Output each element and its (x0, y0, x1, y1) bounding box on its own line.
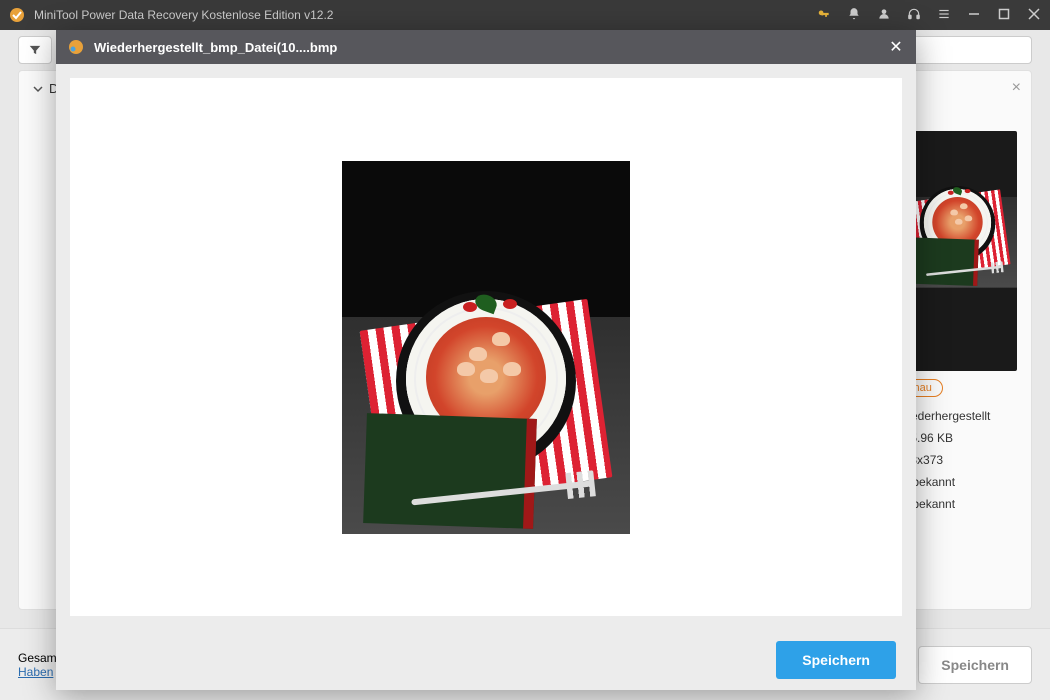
minimize-icon[interactable] (966, 8, 982, 23)
modal-footer: Speichern (56, 630, 916, 690)
preview-image (342, 161, 630, 534)
app-titlebar: MiniTool Power Data Recovery Kostenlose … (0, 0, 1050, 30)
modal-close-icon[interactable]: ✕ (886, 37, 906, 57)
key-icon[interactable] (816, 7, 832, 24)
footer-total: Gesam (18, 651, 57, 665)
close-icon[interactable] (1026, 8, 1042, 23)
footer-text: Gesam Haben (18, 651, 57, 679)
titlebar-controls (816, 7, 1042, 24)
user-icon[interactable] (876, 7, 892, 24)
headphones-icon[interactable] (906, 7, 922, 24)
footer-link[interactable]: Haben (18, 665, 53, 679)
modal-app-icon (66, 37, 86, 57)
preview-modal: Wiederhergestellt_bmp_Datei(10....bmp ✕ (56, 30, 916, 690)
save-button-bg[interactable]: Speichern (918, 646, 1032, 684)
save-button[interactable]: Speichern (776, 641, 896, 679)
menu-icon[interactable] (936, 7, 952, 24)
maximize-icon[interactable] (996, 8, 1012, 23)
chevron-down-icon (33, 84, 43, 94)
filter-button[interactable] (18, 36, 52, 64)
preview-canvas (70, 78, 902, 616)
modal-title: Wiederhergestellt_bmp_Datei(10....bmp (94, 40, 886, 55)
modal-header: Wiederhergestellt_bmp_Datei(10....bmp ✕ (56, 30, 916, 64)
app-icon (8, 6, 26, 24)
modal-body (56, 64, 916, 630)
app-title: MiniTool Power Data Recovery Kostenlose … (34, 8, 816, 22)
bell-icon[interactable] (846, 7, 862, 24)
panel-close-icon[interactable]: × (1012, 79, 1021, 97)
